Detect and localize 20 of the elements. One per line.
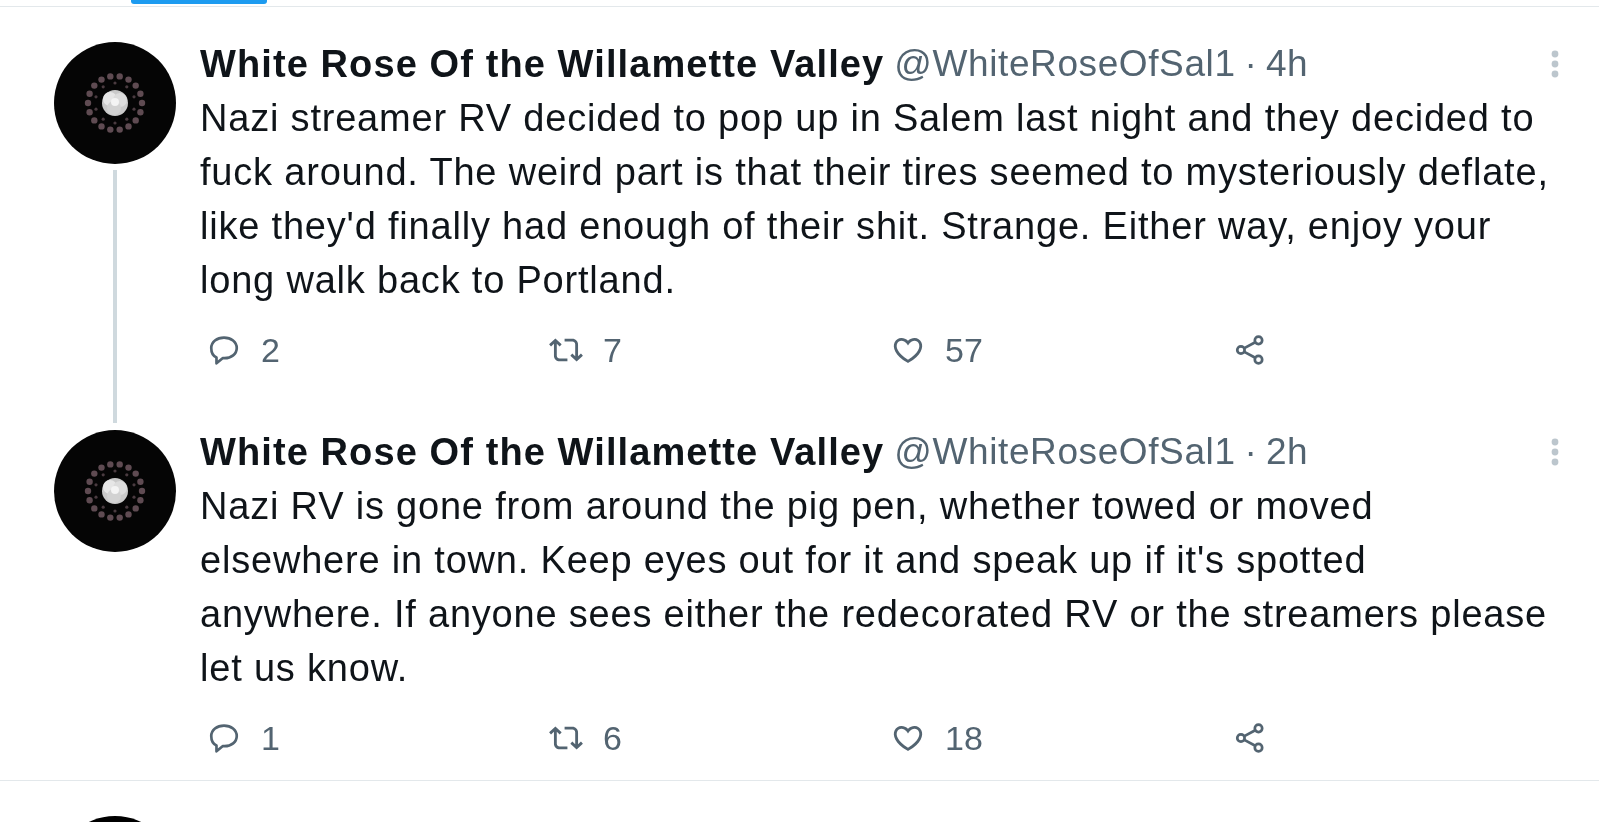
post-text: Nazi streamer RV decided to pop up in Salem last night and they decided to fuck around. The weird part is that their tires seemed to mysteriously deflate, like they'd finally had enough of their shit. Strange. Either way, enjoy your long walk back to Portland. xyxy=(200,96,1550,303)
post-time[interactable]: 2h xyxy=(1265,424,1309,480)
post-time[interactable]: 4h xyxy=(1265,36,1309,92)
reply-button[interactable]: 1 xyxy=(207,718,280,758)
author-handle[interactable]: @WhiteRoseOfSal1 xyxy=(894,424,1236,480)
like-button[interactable]: 18 xyxy=(891,718,983,758)
post-text: Nazi RV is gone from around the pig pen, whether towed or moved elsewhere in town. Keep eyes out for it and speak up if it's spotted anywhere. If anyone sees either the redecorated RV or the streamers please let us know. xyxy=(200,484,1548,691)
avatar[interactable] xyxy=(54,42,176,164)
author-name[interactable]: White Rose Of the Willamette Valley xyxy=(200,35,885,93)
speech-bubble-icon[interactable] xyxy=(207,333,241,367)
author-handle[interactable]: @WhiteRoseOfSal1 xyxy=(894,36,1236,92)
separator-dot: · xyxy=(1244,42,1257,87)
like-button[interactable]: 57 xyxy=(891,330,983,370)
avatar[interactable] xyxy=(54,430,176,552)
author-name[interactable]: White Rose Of the Willamette Valley xyxy=(200,423,885,481)
repost-button[interactable]: 6 xyxy=(549,718,622,758)
repost-button[interactable]: 7 xyxy=(549,330,622,370)
speech-bubble-icon[interactable] xyxy=(207,721,241,755)
separator-dot: · xyxy=(1244,430,1257,475)
reply-button[interactable]: 2 xyxy=(207,330,280,370)
